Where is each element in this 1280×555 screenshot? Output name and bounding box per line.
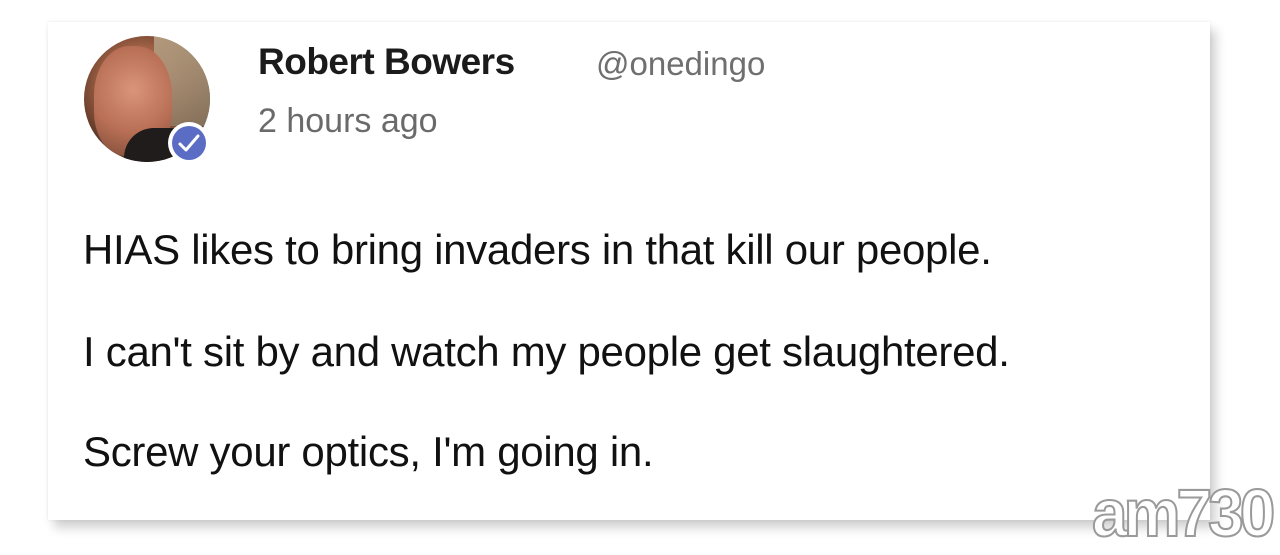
screenshot-stage: Robert Bowers @onedingo 2 hours ago HIAS… [0, 0, 1280, 555]
post-body-line: HIAS likes to bring invaders in that kil… [83, 226, 992, 273]
checkmark-icon [178, 134, 200, 152]
post-body-line: Screw your optics, I'm going in. [83, 428, 654, 475]
author-name[interactable]: Robert Bowers [258, 41, 515, 83]
author-handle[interactable]: @onedingo [596, 45, 765, 83]
post-timestamp[interactable]: 2 hours ago [258, 102, 438, 141]
post-body-line: I can't sit by and watch my people get s… [83, 328, 1010, 375]
verified-badge [168, 122, 210, 164]
am730-watermark-logo: am730 [1091, 474, 1276, 552]
